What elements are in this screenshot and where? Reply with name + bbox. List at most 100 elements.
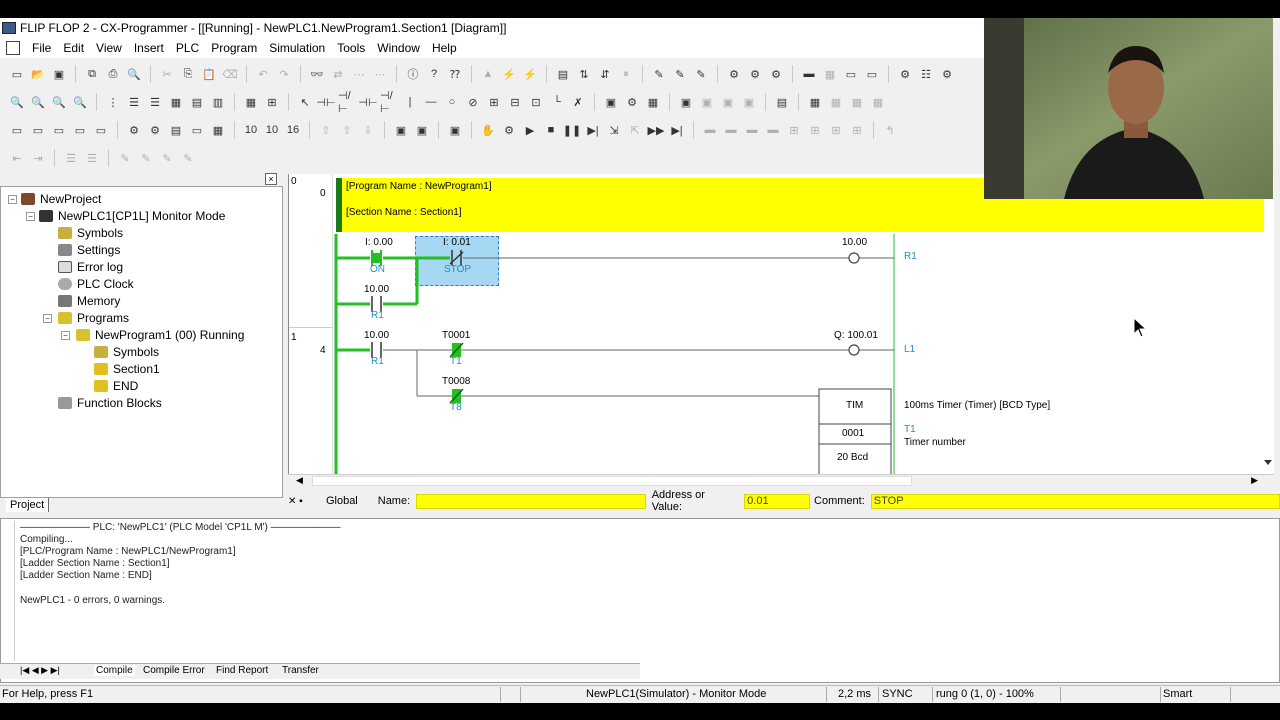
new-closed-coil-icon[interactable]: ⊘ <box>464 93 482 111</box>
new-nc-icon[interactable]: ⊡ <box>527 93 545 111</box>
list-icon[interactable]: ☰ <box>62 149 80 167</box>
step-run-icon[interactable]: ▶| <box>584 121 602 139</box>
tool-b-icon[interactable]: ✎ <box>137 149 155 167</box>
force-on-icon[interactable]: ⚙ <box>725 65 743 83</box>
online-edit-icon[interactable]: ✎ <box>650 65 668 83</box>
find-icon[interactable]: 👓 <box>308 65 326 83</box>
tree-item-function-blocks[interactable]: Function Blocks <box>58 394 162 411</box>
menu-help[interactable]: Help <box>426 38 463 58</box>
break-6-icon[interactable]: ⊞ <box>806 121 824 139</box>
tree-item-program-symbols[interactable]: Symbols <box>94 343 159 360</box>
close-icon[interactable]: × <box>265 173 277 185</box>
window-4-icon[interactable]: ▭ <box>71 121 89 139</box>
set-value-3-icon[interactable]: ⇩ <box>359 121 377 139</box>
new-icon[interactable]: ▭ <box>8 65 26 83</box>
cross-ref-icon[interactable]: ⋯ <box>350 65 368 83</box>
window-icon[interactable]: ▭ <box>8 121 26 139</box>
monitor-icon[interactable]: ⚡ <box>500 65 518 83</box>
help-icon[interactable]: ? <box>425 65 443 83</box>
monitor-10b-icon[interactable]: 10 <box>263 121 281 139</box>
delete-line-icon[interactable]: ✗ <box>569 93 587 111</box>
symbol-table-icon[interactable]: ▦ <box>242 93 260 111</box>
io-comment-icon[interactable]: ▣ <box>677 93 695 111</box>
window-5-icon[interactable]: ▭ <box>92 121 110 139</box>
menu-file[interactable]: File <box>26 38 57 58</box>
address-field[interactable]: 0.01 <box>744 493 811 509</box>
scroll-right-icon[interactable]: ▶ <box>1251 475 1258 486</box>
workspace-3-icon[interactable]: ▤ <box>167 121 185 139</box>
monitor-view-icon[interactable]: ▦ <box>167 93 185 111</box>
tree-item-symbols[interactable]: Symbols <box>58 224 123 241</box>
monitor-16-icon[interactable]: 16 <box>284 121 302 139</box>
outdent-icon[interactable]: ⇥ <box>29 149 47 167</box>
step-in-icon[interactable]: ⇲ <box>605 121 623 139</box>
bar-controls-icon[interactable]: ✕ ▪ <box>288 496 316 507</box>
document-icon[interactable] <box>6 41 20 55</box>
pause-sim-icon[interactable]: ❚❚ <box>563 121 581 139</box>
contact-address[interactable]: I: 0.01 <box>443 237 471 248</box>
print-icon[interactable]: ⎙ <box>104 65 122 83</box>
copy-icon[interactable]: ⎘ <box>179 65 197 83</box>
zoom-in-icon[interactable]: 🔍 <box>29 93 47 111</box>
tool-d-icon[interactable]: ✎ <box>179 149 197 167</box>
online-edit-cancel-icon[interactable]: ✎ <box>692 65 710 83</box>
break-8-icon[interactable]: ⊞ <box>848 121 866 139</box>
watch-window-icon[interactable]: ▦ <box>209 121 227 139</box>
scroll-left-icon[interactable]: ◀ <box>296 475 303 486</box>
force-cancel-icon[interactable]: ⚙ <box>767 65 785 83</box>
settings-icon[interactable]: ⚙ <box>938 65 956 83</box>
sim-window-2-icon[interactable]: ▣ <box>413 121 431 139</box>
menu-edit[interactable]: Edit <box>57 38 90 58</box>
tree-item-plc[interactable]: NewPLC1[CP1L] Monitor Mode <box>39 207 225 224</box>
tree-item-settings[interactable]: Settings <box>58 241 120 258</box>
grid-icon[interactable]: ⋮ <box>104 93 122 111</box>
select-mode-icon[interactable]: ↖ <box>296 93 314 111</box>
workspace-icon[interactable]: ⚙ <box>125 121 143 139</box>
task-4-icon[interactable]: ▦ <box>869 93 887 111</box>
sim-step-icon[interactable]: ⚙ <box>500 121 518 139</box>
tree-item-plc-clock[interactable]: PLC Clock <box>58 275 134 292</box>
pause-icon[interactable]: ⏸ <box>617 65 635 83</box>
tab-compile[interactable]: Compile <box>94 665 135 676</box>
tree-item-end[interactable]: END <box>94 377 138 394</box>
collapse-icon[interactable]: − <box>26 212 35 221</box>
tree-item-programs[interactable]: Programs <box>58 309 129 326</box>
break-4-icon[interactable]: ▬ <box>764 121 782 139</box>
return-icon[interactable]: ↰ <box>881 121 899 139</box>
view-split-icon[interactable]: ▭ <box>842 65 860 83</box>
sim-window-icon[interactable]: ▣ <box>392 121 410 139</box>
break-7-icon[interactable]: ⊞ <box>827 121 845 139</box>
collapse-icon[interactable]: − <box>8 195 17 204</box>
menu-program[interactable]: Program <box>205 38 263 58</box>
new-coil-icon[interactable]: ○ <box>443 93 461 111</box>
online-edit-send-icon[interactable]: ✎ <box>671 65 689 83</box>
properties-icon[interactable]: ⓘ <box>404 65 422 83</box>
menu-tools[interactable]: Tools <box>331 38 371 58</box>
force-off-icon[interactable]: ⚙ <box>746 65 764 83</box>
set-value-2-icon[interactable]: ⇧ <box>338 121 356 139</box>
zoom-out-icon[interactable]: 🔍 <box>71 93 89 111</box>
hand-icon[interactable]: ✋ <box>479 121 497 139</box>
simulator-icon[interactable]: ⚡ <box>521 65 539 83</box>
horizontal-scrollbar[interactable]: ◀ ▶ <box>288 474 1274 487</box>
cut-icon[interactable]: ✂ <box>158 65 176 83</box>
new-pt-icon[interactable]: ⊟ <box>506 93 524 111</box>
menu-insert[interactable]: Insert <box>128 38 170 58</box>
name-field[interactable] <box>416 493 646 509</box>
address-ref-icon[interactable]: ⋯ <box>371 65 389 83</box>
scan-run-icon[interactable]: ▶| <box>668 121 686 139</box>
stop-icon[interactable]: ■ <box>542 121 560 139</box>
memory-icon[interactable]: ☷ <box>917 65 935 83</box>
view-grid-icon[interactable]: ▦ <box>821 65 839 83</box>
new-or-not-icon[interactable]: ⊣/⊢ <box>380 90 398 115</box>
undo-icon[interactable]: ↶ <box>254 65 272 83</box>
scroll-thumb[interactable] <box>312 476 912 486</box>
new-or-icon[interactable]: ⊣⊢ <box>358 93 377 111</box>
program-mode-icon[interactable]: ▤ <box>554 65 572 83</box>
zoom-fit-icon[interactable]: 🔍 <box>50 93 68 111</box>
function-block-icon[interactable]: ▣ <box>602 93 620 111</box>
indent-icon[interactable]: ⇤ <box>8 149 26 167</box>
print-preview-icon[interactable]: 🔍 <box>125 65 143 83</box>
replace-icon[interactable]: ⇄ <box>329 65 347 83</box>
output-grip[interactable] <box>5 521 15 661</box>
